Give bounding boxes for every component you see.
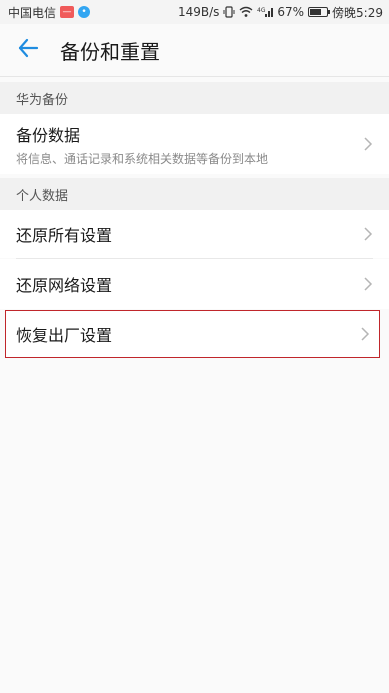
svg-text:4G: 4G — [257, 7, 266, 14]
chevron-right-icon — [359, 276, 373, 292]
list-item-text: 还原网络设置 — [16, 272, 359, 296]
arrow-left-icon — [17, 37, 39, 63]
battery-icon — [308, 7, 331, 17]
wifi-icon — [239, 6, 253, 18]
status-right: 149B/s 4G 67% 傍晚5:29 — [178, 4, 383, 21]
header-divider — [0, 76, 389, 77]
list-item-text: 还原所有设置 — [16, 222, 359, 246]
list-item-text: 备份数据 将信息、通话记录和系统相关数据等备份到本地 — [16, 122, 359, 167]
clock: 傍晚5:29 — [332, 5, 383, 20]
list-item-description: 将信息、通话记录和系统相关数据等备份到本地 — [16, 151, 269, 166]
back-button[interactable] — [0, 24, 56, 76]
page-title: 备份和重置 — [60, 39, 160, 64]
app-notification-icon: • — [78, 6, 91, 18]
network-speed: 149B/s — [177, 5, 220, 19]
app-bar: 备份和重置 — [0, 24, 389, 76]
chevron-right-icon — [359, 226, 373, 242]
list-item-label: 还原网络设置 — [16, 276, 113, 295]
battery-level — [310, 9, 321, 15]
list-item-text: 恢复出厂设置 — [16, 322, 356, 346]
list-item-label: 备份数据 — [16, 125, 81, 145]
battery-percent: 67% — [277, 5, 305, 19]
list-item-backup-data[interactable]: 备份数据 将信息、通话记录和系统相关数据等备份到本地 — [0, 114, 389, 174]
signal-icon: 4G — [257, 6, 274, 18]
chevron-right-icon — [356, 326, 370, 342]
list-item-reset-all-settings[interactable]: 还原所有设置 — [0, 210, 389, 258]
status-bar: 中国电信 — • 149B/s 4G 67% 傍晚5:29 — [0, 0, 389, 24]
section-header-personal-data: 个人数据 — [0, 178, 389, 210]
vibrate-icon — [223, 6, 235, 18]
list-item-reset-network-settings[interactable]: 还原网络设置 — [0, 259, 389, 309]
list-item-label: 还原所有设置 — [16, 226, 113, 245]
list-item-label: 恢复出厂设置 — [16, 326, 113, 345]
carrier-name: 中国电信 — [8, 5, 57, 20]
status-left: 中国电信 — • — [8, 4, 91, 21]
section-header-huawei-backup: 华为备份 — [0, 82, 389, 114]
list-item-factory-reset[interactable]: 恢复出厂设置 — [5, 310, 380, 358]
notification-icon: — — [60, 6, 75, 18]
chevron-right-icon — [359, 136, 373, 152]
